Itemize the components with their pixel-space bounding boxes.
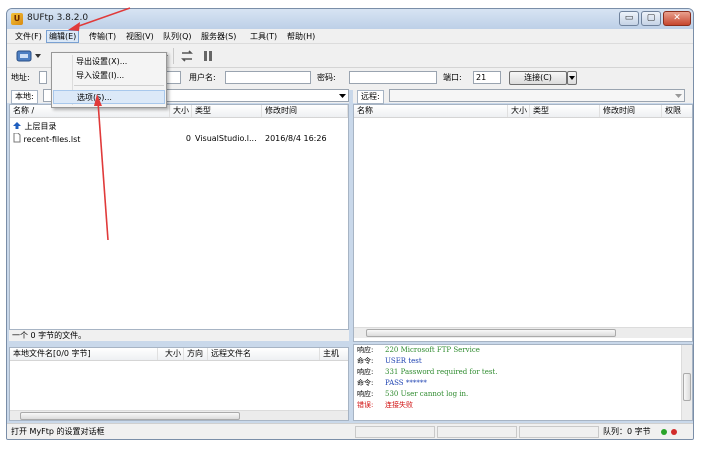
annotation-arrowhead	[68, 22, 80, 31]
annotation-arrow-line	[97, 101, 109, 241]
annotation-arrow-line	[75, 7, 131, 28]
annotation-arrowhead	[94, 94, 102, 106]
annotation-arrows	[68, 7, 131, 241]
